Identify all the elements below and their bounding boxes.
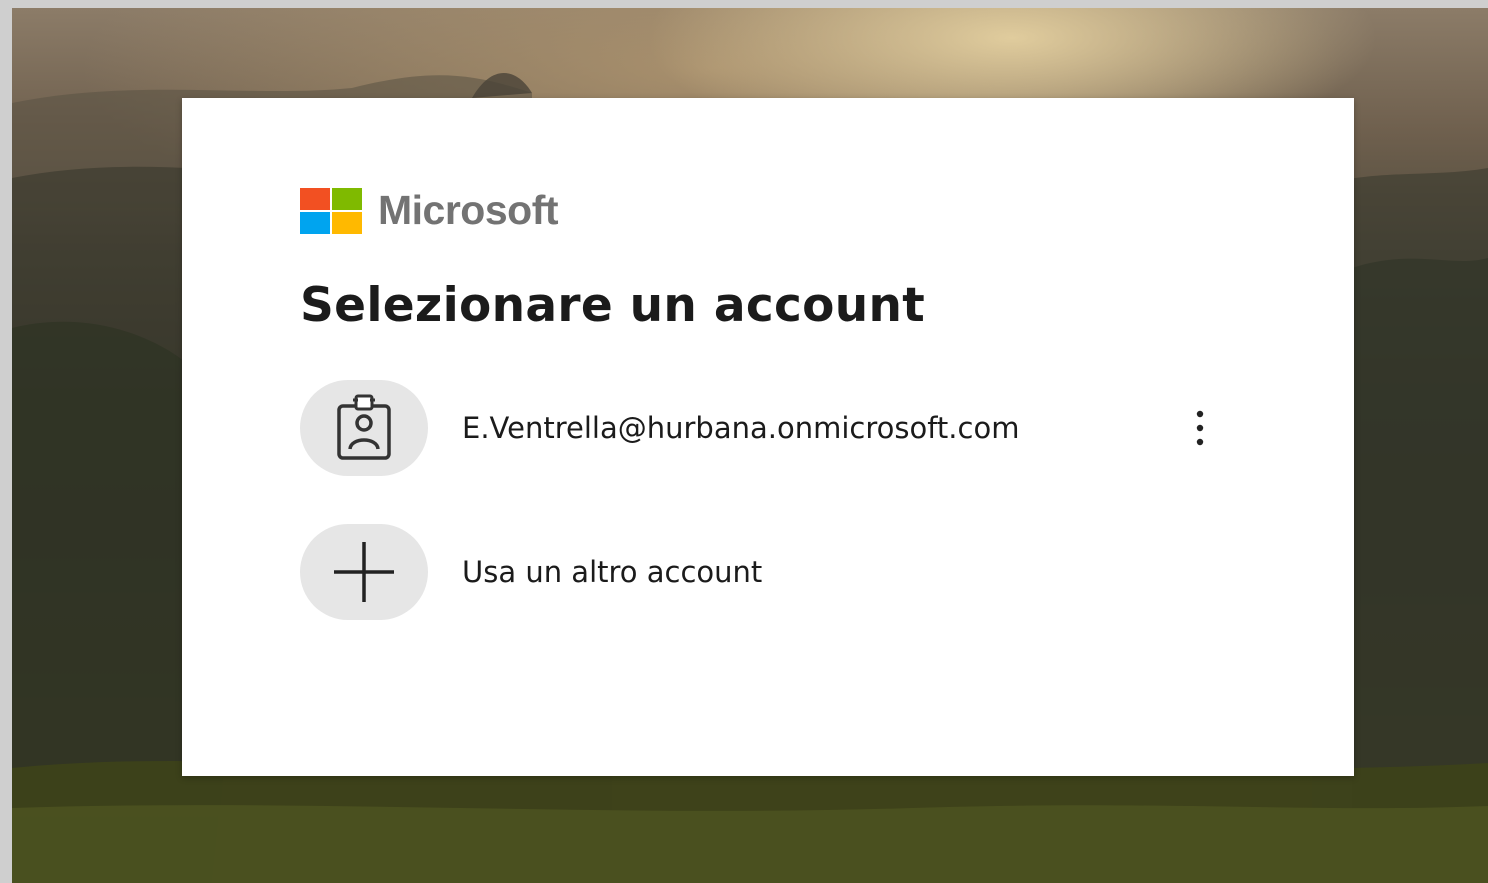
page-title: Selezionare un account — [300, 278, 926, 333]
logo-wordmark: Microsoft — [378, 187, 559, 233]
plus-icon — [334, 542, 394, 602]
microsoft-logo: Microsoft — [300, 187, 559, 234]
use-another-account-label: Usa un altro account — [462, 555, 763, 589]
account-email: E.Ventrella@hurbana.onmicrosoft.com — [462, 411, 1020, 445]
background-image: Microsoft Selezionare un account E.Ventr… — [12, 8, 1488, 883]
add-account-avatar — [300, 524, 428, 620]
account-tile[interactable]: E.Ventrella@hurbana.onmicrosoft.com — [300, 380, 1330, 476]
microsoft-logo-icon — [300, 187, 362, 234]
more-options-icon — [1196, 410, 1204, 446]
badge-person-icon — [337, 394, 391, 460]
logo-square-red — [300, 187, 330, 210]
logo-square-yellow — [332, 211, 362, 234]
account-picker-card: Microsoft Selezionare un account E.Ventr… — [182, 98, 1354, 776]
logo-square-green — [332, 187, 362, 210]
more-options-button[interactable] — [1170, 398, 1230, 458]
account-avatar — [300, 380, 428, 476]
logo-square-blue — [300, 211, 330, 234]
use-another-account-tile[interactable]: Usa un altro account — [300, 524, 1330, 620]
